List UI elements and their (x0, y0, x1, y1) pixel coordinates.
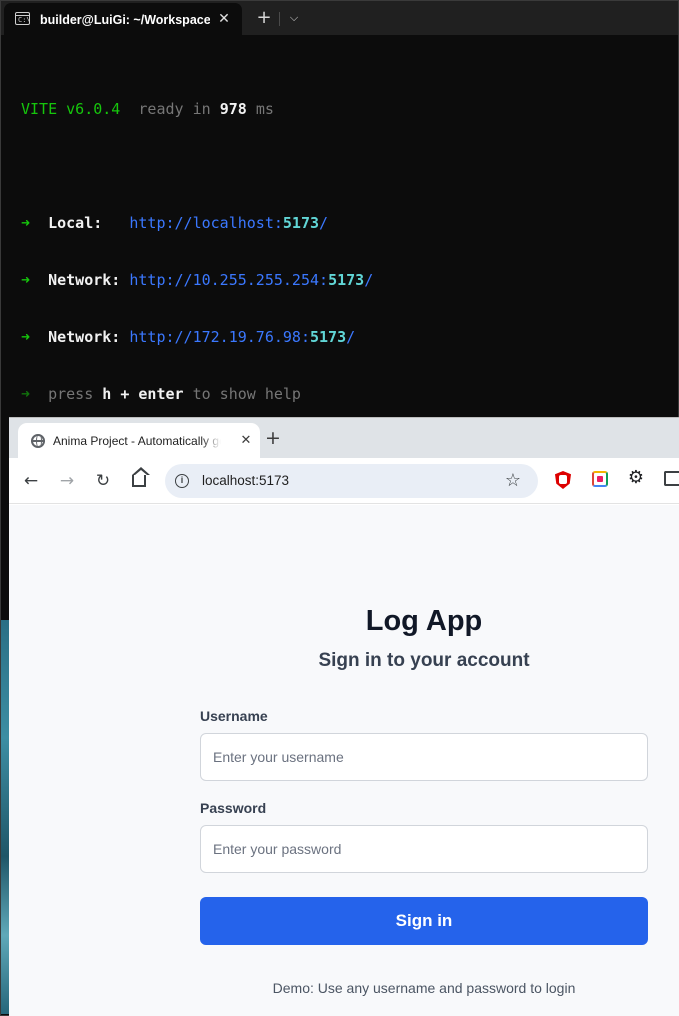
network-url-line: ➜ Network: http://172.19.76.98:5173/ (21, 328, 356, 346)
new-tab-button[interactable]: + (261, 425, 285, 451)
password-input[interactable] (200, 825, 648, 873)
arrow-icon: ➜ (21, 271, 31, 289)
close-icon[interactable]: ✕ (216, 10, 232, 28)
gear-icon[interactable]: ⚙ (627, 469, 645, 487)
desktop-background (1, 620, 9, 1014)
browser-window: Anima Project - Automatically generated … (9, 417, 679, 1016)
close-icon[interactable]: ✕ (237, 432, 255, 450)
help-hint-line: ➜ press h + enter to show help (21, 385, 301, 403)
arrow-icon: ➜ (21, 214, 31, 232)
browser-tab-strip: Anima Project - Automatically generated … (9, 418, 679, 458)
terminal-icon: C:\ (15, 12, 31, 25)
extensions-puzzle-icon[interactable] (664, 471, 679, 486)
chevron-down-icon[interactable]: ⌵ (284, 6, 304, 30)
sign-in-button[interactable]: Sign in (200, 897, 648, 945)
home-icon (132, 467, 150, 487)
tab-divider (279, 12, 280, 26)
terminal-tab-title: builder@LuiGi: ~/Workspaces (40, 13, 210, 27)
terminal-tab[interactable]: C:\ builder@LuiGi: ~/Workspaces ✕ (4, 3, 242, 35)
forward-button[interactable]: → (53, 467, 81, 495)
vite-ready-line: VITE v6.0.4 ready in 978 ms (21, 100, 274, 118)
new-tab-button[interactable]: + (253, 6, 275, 30)
demo-note: Demo: Use any username and password to l… (272, 980, 576, 996)
star-icon[interactable]: ☆ (502, 470, 524, 492)
page-subtitle: Sign in to your account (318, 650, 530, 671)
local-url-link[interactable]: http://localhost:5173/ (129, 214, 328, 232)
globe-icon (31, 434, 45, 448)
color-picker-extension-icon[interactable] (592, 471, 608, 487)
reload-button[interactable]: ↻ (89, 467, 117, 495)
browser-tab-title: Anima Project - Automatically generated (53, 434, 221, 448)
terminal-output[interactable]: VITE v6.0.4 ready in 978 ms ➜ Local: htt… (21, 62, 671, 442)
username-input[interactable] (200, 733, 648, 781)
arrow-icon: ➜ (21, 385, 31, 403)
home-button[interactable] (125, 467, 153, 495)
info-icon[interactable]: i (175, 474, 189, 488)
browser-toolbar: ← → ↻ i localhost:5173 ☆ ⚙ (9, 458, 679, 504)
password-label: Password (200, 800, 267, 816)
ublock-extension-icon[interactable] (555, 471, 571, 489)
browser-tab[interactable]: Anima Project - Automatically generated … (18, 423, 260, 458)
network-url-line: ➜ Network: http://10.255.255.254:5173/ (21, 271, 374, 289)
network-url-link[interactable]: http://10.255.255.254:5173/ (129, 271, 373, 289)
network-url-link[interactable]: http://172.19.76.98:5173/ (129, 328, 355, 346)
address-bar[interactable]: i localhost:5173 ☆ (165, 464, 538, 498)
page-title: Log App (365, 605, 483, 637)
login-page: Log App Sign in to your account Username… (9, 505, 679, 1016)
username-label: Username (200, 708, 268, 724)
local-url-line: ➜ Local: http://localhost:5173/ (21, 214, 329, 232)
arrow-icon: ➜ (21, 328, 31, 346)
url-text[interactable]: localhost:5173 (202, 473, 289, 489)
terminal-tab-bar: C:\ builder@LuiGi: ~/Workspaces ✕ + ⌵ (1, 1, 678, 35)
back-button[interactable]: ← (17, 467, 45, 495)
